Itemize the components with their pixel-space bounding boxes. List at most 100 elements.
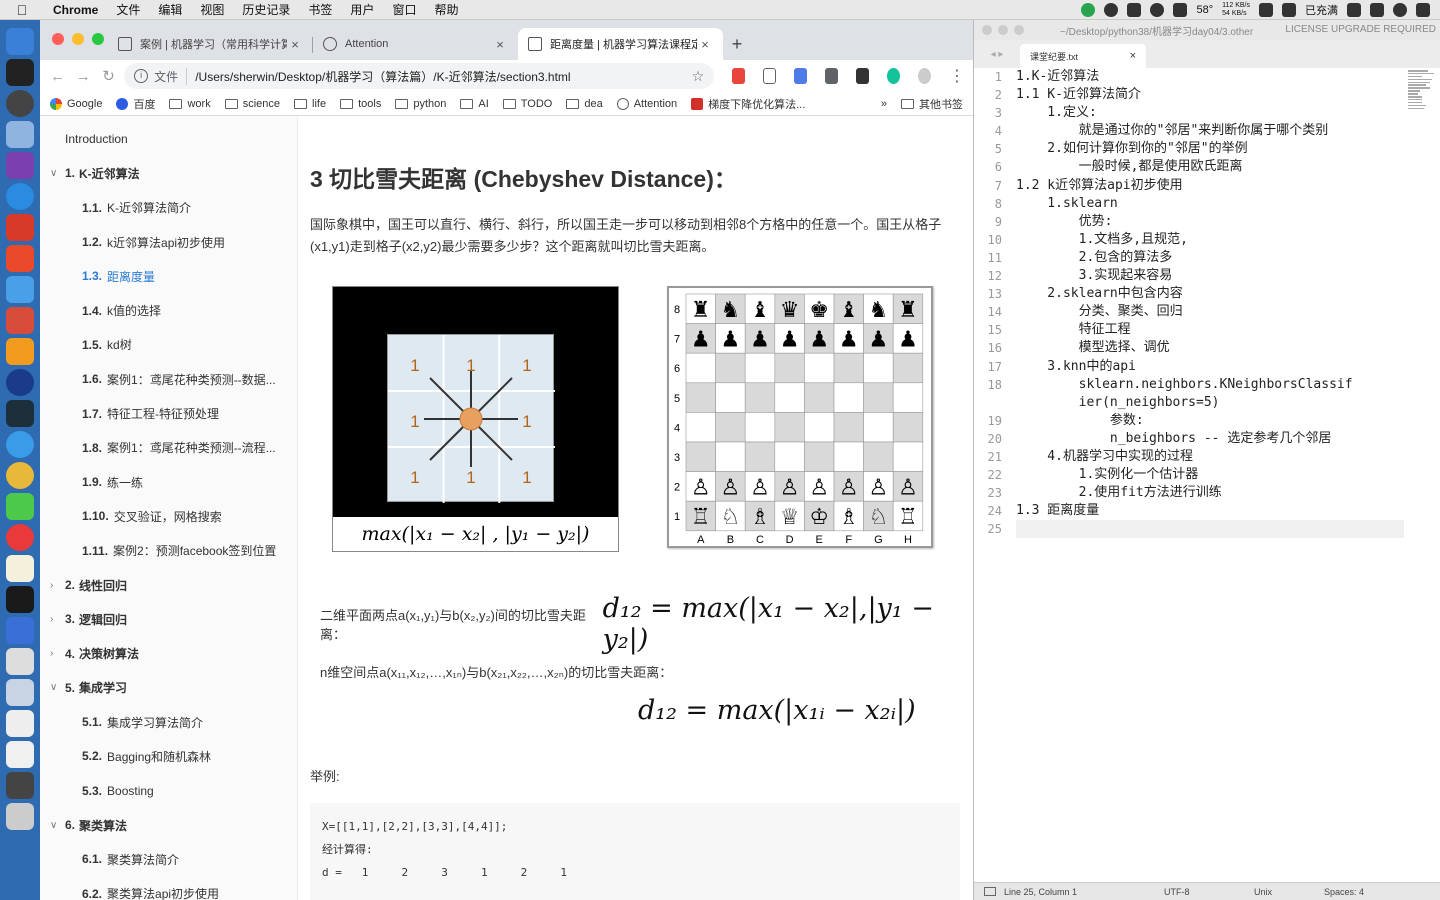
- wifi-icon[interactable]: [1347, 2, 1361, 17]
- terminal-icon[interactable]: [6, 59, 34, 86]
- tab-nav-arrows[interactable]: ◂ ▸: [974, 49, 1020, 60]
- downloads-icon[interactable]: [6, 710, 34, 737]
- url-text[interactable]: /Users/sherwin/Desktop/机器学习（算法篇）/K-近邻算法/…: [195, 68, 691, 85]
- preview-icon[interactable]: [6, 121, 34, 148]
- trash-icon[interactable]: [6, 803, 34, 830]
- back-app-icon[interactable]: [6, 617, 34, 644]
- bookmark-todo[interactable]: TODO: [502, 98, 552, 110]
- notification-icon[interactable]: [1416, 2, 1430, 17]
- wechat-icon[interactable]: [6, 493, 34, 520]
- editor-text-area[interactable]: 1.K-近邻算法 1.1 K-近邻算法简介 1.定义: 就是通过你的"邻居"来判断…: [1016, 68, 1440, 882]
- close-tab-button[interactable]: ×: [697, 37, 713, 52]
- bookmark-google[interactable]: Google: [50, 97, 102, 110]
- close-window-button[interactable]: [982, 25, 992, 35]
- bookmark-work[interactable]: work: [169, 98, 211, 110]
- clock-icon[interactable]: [1150, 2, 1165, 17]
- chrome-icon[interactable]: [6, 462, 34, 489]
- reload-button[interactable]: ↻: [99, 67, 118, 85]
- caret-icon[interactable]: ∨: [50, 820, 65, 831]
- toc-item[interactable]: 1.2. k近邻算法api初步使用: [40, 225, 297, 259]
- toc-item[interactable]: ∨ 1. K-近邻算法: [40, 156, 297, 190]
- monitor-icon[interactable]: [6, 679, 34, 706]
- toc-item[interactable]: 1.10. 交叉验证，网格搜索: [40, 499, 297, 533]
- safari-icon[interactable]: [6, 431, 34, 458]
- toc-item[interactable]: 6.2. 聚类算法api初步使用: [40, 877, 297, 900]
- toc-item[interactable]: 1.8. 案例1：鸢尾花种类预测--流程...: [40, 431, 297, 465]
- finder-icon[interactable]: [6, 28, 34, 55]
- vpn-icon[interactable]: [1104, 2, 1119, 17]
- toc-item[interactable]: 1.9. 练一练: [40, 465, 297, 499]
- editor-tab[interactable]: 课堂纪要.txt ×: [1020, 44, 1146, 68]
- bookmark-ai[interactable]: AI: [460, 98, 489, 110]
- menu-history[interactable]: 历史记录: [233, 1, 299, 18]
- address-bar[interactable]: i 文件 /Users/sherwin/Desktop/机器学习（算法篇）/K-…: [124, 63, 715, 89]
- extension-jh-icon[interactable]: [794, 68, 808, 84]
- toc-item[interactable]: 1.11. 案例2：预测facebook签到位置: [40, 534, 297, 568]
- menu-bookmarks[interactable]: 书签: [299, 1, 341, 18]
- menu-view[interactable]: 视图: [191, 1, 233, 18]
- bookmark-other[interactable]: 其他书签: [901, 96, 963, 112]
- calendar-icon[interactable]: [6, 307, 34, 334]
- activity-icon[interactable]: [6, 400, 34, 427]
- info-icon[interactable]: i: [134, 69, 149, 83]
- toc-item[interactable]: 6.1. 聚类算法简介: [40, 842, 297, 876]
- bookmark-science[interactable]: science: [224, 98, 280, 110]
- caret-icon[interactable]: ›: [50, 580, 65, 591]
- bookmark-dea[interactable]: dea: [566, 98, 603, 110]
- toc-item[interactable]: 1.7. 特征工程-特征预处理: [40, 396, 297, 430]
- player-icon[interactable]: [6, 369, 34, 396]
- line-endings[interactable]: Unix: [1254, 887, 1324, 897]
- weibo-icon[interactable]: [6, 524, 34, 551]
- menu-edit[interactable]: 编辑: [149, 1, 191, 18]
- mail-icon[interactable]: [6, 214, 34, 241]
- toc-item[interactable]: 5.3. Boosting: [40, 774, 297, 808]
- spotlight-icon[interactable]: [1393, 2, 1407, 17]
- zoom-window-button[interactable]: [92, 33, 104, 45]
- cloud-icon[interactable]: [1127, 2, 1142, 17]
- toc-item[interactable]: › 4. 决策树算法: [40, 636, 297, 670]
- panel-toggle-icon[interactable]: [984, 887, 996, 896]
- screen-capture-icon[interactable]: [6, 772, 34, 799]
- toc-item[interactable]: ∨ 6. 聚类算法: [40, 808, 297, 842]
- extension-screen-icon[interactable]: [825, 68, 839, 84]
- bookmark-icon[interactable]: [763, 68, 777, 84]
- toc-item[interactable]: 1.4. k值的选择: [40, 293, 297, 327]
- close-tab-button[interactable]: ×: [287, 37, 303, 52]
- extension-grammarly-icon[interactable]: [887, 68, 901, 84]
- bookmark-python[interactable]: python: [395, 98, 446, 110]
- apple-icon[interactable]: : [0, 2, 44, 18]
- bookmarks-more-button[interactable]: »: [881, 98, 887, 110]
- menu-window[interactable]: 窗口: [383, 1, 425, 18]
- battery-icon[interactable]: [1282, 2, 1296, 17]
- extension-adblock-icon[interactable]: [732, 68, 746, 84]
- menu-kebab-icon[interactable]: ⋮: [949, 66, 965, 86]
- onenote-icon[interactable]: [6, 152, 34, 179]
- minimap[interactable]: [1408, 70, 1436, 120]
- sublime-icon[interactable]: [6, 338, 34, 365]
- close-window-button[interactable]: [52, 33, 64, 45]
- close-tab-button[interactable]: ×: [492, 37, 508, 52]
- back-button[interactable]: ←: [48, 68, 67, 85]
- menu-user[interactable]: 用户: [341, 1, 383, 18]
- profile-avatar[interactable]: [918, 68, 932, 84]
- toc-item[interactable]: › 3. 逻辑回归: [40, 602, 297, 636]
- toc-item[interactable]: › 2. 线性回归: [40, 568, 297, 602]
- upload-status-icon[interactable]: [1081, 2, 1096, 17]
- minimize-window-button[interactable]: [998, 25, 1008, 35]
- toc-item[interactable]: 1.3. 距离度量: [40, 259, 297, 293]
- tab-attention[interactable]: Attention ×: [313, 28, 518, 60]
- cursor-position[interactable]: Line 25, Column 1: [1004, 887, 1164, 897]
- toc-item[interactable]: 5.2. Bagging和随机森林: [40, 739, 297, 773]
- toc-item[interactable]: 1.6. 案例1：鸢尾花种类预测--数据...: [40, 362, 297, 396]
- notes-icon[interactable]: [6, 555, 34, 582]
- close-tab-button[interactable]: ×: [1130, 50, 1136, 62]
- toc-item[interactable]: 1.1. K-近邻算法简介: [40, 191, 297, 225]
- app-g-icon[interactable]: [6, 245, 34, 272]
- bookmark-tools[interactable]: tools: [340, 98, 381, 110]
- volume-icon[interactable]: [1370, 2, 1384, 17]
- screen-icon[interactable]: [1173, 2, 1188, 17]
- forward-button[interactable]: →: [73, 68, 92, 85]
- menu-help[interactable]: 帮助: [425, 1, 467, 18]
- minimize-window-button[interactable]: [72, 33, 84, 45]
- caret-icon[interactable]: ∨: [50, 682, 65, 693]
